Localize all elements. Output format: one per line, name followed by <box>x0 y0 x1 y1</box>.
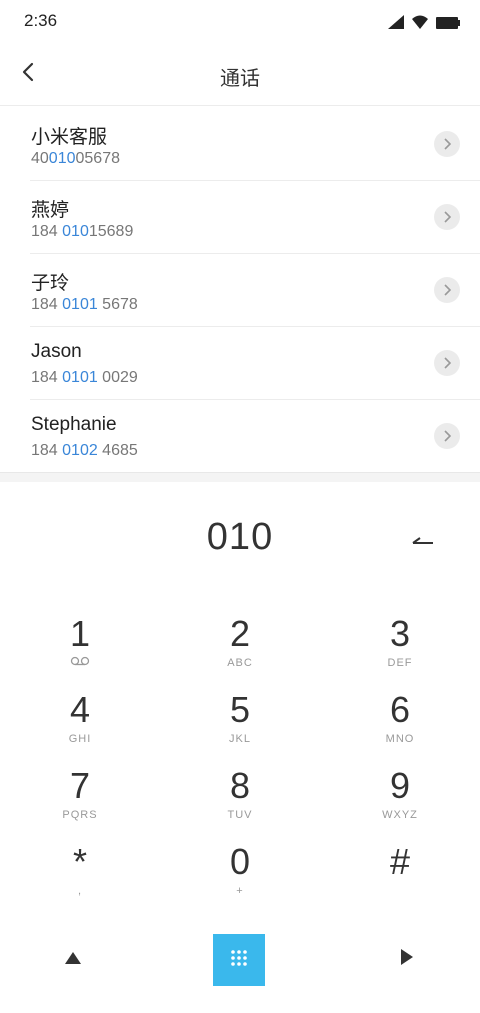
contact-detail-button[interactable] <box>434 131 460 157</box>
contact-name: Stephanie <box>31 414 117 435</box>
chevron-right-icon <box>443 281 452 300</box>
collapse-button[interactable] <box>54 940 92 978</box>
key-digit: # <box>389 841 411 882</box>
battery-icon <box>436 14 460 33</box>
contact-detail-button[interactable] <box>434 204 460 230</box>
app-bar: 通话 <box>0 44 480 106</box>
key-digit: 6 <box>389 689 411 730</box>
play-button[interactable] <box>388 940 426 978</box>
key-digit: 7 <box>69 765 91 806</box>
contact-item[interactable]: 燕婷 184 01015689 <box>0 181 480 254</box>
key-letters: GHI <box>68 733 92 745</box>
dialpad-toggle-button[interactable] <box>213 934 265 986</box>
key-digit: * <box>72 841 87 882</box>
contact-number: 184 0102 4685 <box>31 442 138 459</box>
key-5[interactable]: 5 JKL <box>180 688 300 762</box>
backspace-button[interactable] <box>406 528 440 552</box>
chevron-right-icon <box>443 208 452 227</box>
contact-number: 4001005678 <box>31 150 120 167</box>
key-letters: MNO <box>385 733 415 745</box>
bottom-bar <box>0 930 480 990</box>
matched-digits: 0101 <box>62 296 98 313</box>
key-6[interactable]: 6 MNO <box>340 688 460 762</box>
page-title: 通话 <box>220 66 260 90</box>
key-digit: 2 <box>229 613 251 654</box>
contact-name: 子玲 <box>31 273 70 294</box>
contact-detail-button[interactable] <box>434 350 460 376</box>
key-digit: 0 <box>229 841 251 882</box>
key-1[interactable]: 1 <box>20 612 140 686</box>
contact-item[interactable]: Jason 184 0101 0029 <box>0 327 480 400</box>
contact-item[interactable]: 子玲 184 0101 5678 <box>0 254 480 327</box>
contact-item[interactable]: 小米客服 4001005678 <box>0 108 480 181</box>
status-time: 2:36 <box>24 11 58 30</box>
contact-number: 184 0101 5678 <box>31 296 138 313</box>
key-digit: 4 <box>69 689 91 730</box>
contact-number: 184 01015689 <box>31 223 134 240</box>
matched-digits: 0102 <box>62 442 98 459</box>
matched-digits: 0101 <box>62 369 98 386</box>
collapse-triangle-icon <box>64 950 82 969</box>
key-digit: 1 <box>69 613 91 654</box>
key-9[interactable]: 9 WXYZ <box>340 764 460 838</box>
chevron-right-icon <box>443 354 452 373</box>
key-letters: TUV <box>227 809 253 821</box>
wifi-icon <box>412 14 428 33</box>
matched-digits: 010 <box>62 223 89 240</box>
chevron-right-icon <box>443 427 452 446</box>
matched-digits: 010 <box>48 150 76 167</box>
status-bar: 2:36 <box>0 0 480 44</box>
key-letters: DEF <box>387 657 413 669</box>
key-letters: ABC <box>227 657 253 669</box>
key-4[interactable]: 4 GHI <box>20 688 140 762</box>
key-star[interactable]: * , <box>20 840 140 914</box>
contact-detail-button[interactable] <box>434 277 460 303</box>
key-8[interactable]: 8 TUV <box>180 764 300 838</box>
key-digit: 8 <box>229 765 251 806</box>
key-letters: JKL <box>229 733 251 745</box>
key-letters: , <box>77 885 83 897</box>
key-2[interactable]: 2 ABC <box>180 612 300 686</box>
list-divider <box>0 472 480 482</box>
contact-detail-button[interactable] <box>434 423 460 449</box>
contact-item[interactable]: Stephanie 184 0102 4685 <box>0 400 480 473</box>
signal-icon <box>388 14 404 33</box>
key-letters: + <box>236 885 244 897</box>
key-digit: 5 <box>229 689 251 730</box>
key-letters: PQRS <box>62 809 98 821</box>
key-digit: 9 <box>389 765 411 806</box>
dialpad-grid-icon <box>229 948 249 972</box>
key-0[interactable]: 0 + <box>180 840 300 914</box>
key-letters: WXYZ <box>382 809 418 821</box>
backspace-icon <box>411 531 435 550</box>
play-triangle-icon <box>400 948 414 970</box>
key-hash[interactable]: # <box>340 840 460 914</box>
contact-name: 燕婷 <box>31 200 70 221</box>
key-3[interactable]: 3 DEF <box>340 612 460 686</box>
contact-list: 小米客服 4001005678 燕婷 184 01015689 子玲 184 0… <box>0 108 480 473</box>
status-icons <box>388 14 460 33</box>
key-7[interactable]: 7 PQRS <box>20 764 140 838</box>
key-digit: 3 <box>389 613 411 654</box>
contact-name: Jason <box>31 341 82 362</box>
chevron-right-icon <box>443 135 452 154</box>
voicemail-icon <box>20 656 140 670</box>
contact-name: 小米客服 <box>31 127 108 148</box>
contact-number: 184 0101 0029 <box>31 369 138 386</box>
